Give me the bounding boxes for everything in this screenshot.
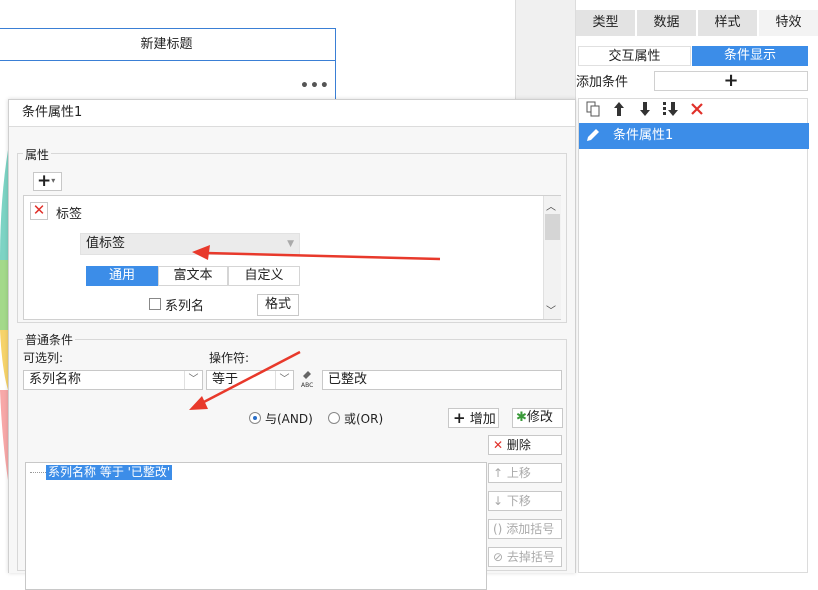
- copy-icon[interactable]: [583, 101, 603, 121]
- column-select[interactable]: 系列名称 ﹀: [23, 370, 203, 390]
- add-bracket-button[interactable]: () 添加括号: [488, 519, 562, 539]
- svg-text:ABC: ABC: [301, 382, 313, 389]
- tab-style[interactable]: 样式: [698, 10, 758, 36]
- move-up-button[interactable]: ↑ 上移: [488, 463, 562, 483]
- tab-conditional-display[interactable]: 条件显示: [692, 46, 808, 66]
- add-condition-button[interactable]: + 增加: [448, 408, 499, 428]
- label-attribute-area: ✕ 标签 值标签 ▼ 通用 富文本 自定义 系列名 格式 ︿ ﹀: [23, 195, 561, 320]
- delete-icon[interactable]: [687, 101, 707, 121]
- delete-icon: ✕: [493, 438, 504, 452]
- tab-data[interactable]: 数据: [637, 10, 697, 36]
- condition-list-panel: 条件属性1: [578, 98, 809, 573]
- chart-edge-decoration: [0, 150, 8, 480]
- tab-effects[interactable]: 特效: [759, 10, 818, 36]
- modify-condition-button[interactable]: ✱修改: [512, 408, 563, 428]
- chevron-down-icon: ▾: [51, 176, 56, 185]
- add-attribute-button[interactable]: +▾: [33, 172, 62, 191]
- move-down-label: 下移: [506, 494, 531, 508]
- or-radio[interactable]: [328, 412, 340, 424]
- value-type-icon[interactable]: ABC: [300, 368, 320, 390]
- normal-condition-title: 普通条件: [23, 331, 76, 348]
- chevron-down-icon: ﹀: [275, 371, 293, 389]
- gear-icon: ✱: [516, 410, 527, 425]
- widget-frame: [0, 61, 336, 101]
- remove-label-icon[interactable]: ✕: [30, 202, 48, 220]
- dialog-body: 属性 +▾ ✕ 标签 值标签 ▼ 通用 富文本 自定义 系列名 格式 ︿ ﹀ 普…: [9, 127, 575, 590]
- value-label-select[interactable]: 值标签 ▼: [80, 233, 300, 255]
- format-button[interactable]: 格式: [257, 294, 299, 316]
- scroll-up-icon[interactable]: ︿: [546, 198, 556, 213]
- plus-icon: +: [453, 409, 466, 427]
- tree-connector: [30, 472, 46, 473]
- add-condition-button[interactable]: +: [654, 71, 808, 91]
- condition-expression-item[interactable]: 系列名称 等于 '已整改': [46, 465, 173, 480]
- dropdown-arrow-icon: ▼: [287, 239, 294, 249]
- bracket-icon: (): [493, 522, 503, 536]
- operator-select-value: 等于: [212, 372, 239, 387]
- add-condition-label: 添加条件: [576, 75, 629, 90]
- tab-rich-text[interactable]: 富文本: [158, 266, 228, 286]
- arrow-down-icon: ↓: [493, 494, 504, 508]
- move-bottom-icon[interactable]: [661, 101, 681, 121]
- delete-condition-button[interactable]: ✕ 删除: [488, 435, 562, 455]
- condition-expression-list[interactable]: 系列名称 等于 '已整改': [25, 462, 487, 590]
- and-label: 与(AND): [265, 412, 313, 426]
- tab-general[interactable]: 通用: [86, 266, 158, 286]
- label-attribute-name: 标签: [56, 207, 83, 222]
- condition-item[interactable]: 条件属性1: [579, 123, 809, 149]
- chart-title-box[interactable]: 新建标题: [0, 28, 336, 61]
- remove-bracket-icon: ⊘: [493, 550, 504, 564]
- value-label-text: 值标签: [86, 236, 126, 251]
- operator-label: 操作符:: [209, 351, 250, 365]
- move-up-label: 上移: [506, 466, 531, 480]
- tab-type[interactable]: 类型: [576, 10, 636, 36]
- remove-bracket-label: 去掉括号: [506, 550, 555, 564]
- arrow-up-icon: ↑: [493, 466, 504, 480]
- condition-item-label: 条件属性1: [613, 128, 674, 143]
- attributes-group-title: 属性: [23, 146, 52, 163]
- add-bracket-label: 添加括号: [506, 522, 555, 536]
- chevron-down-icon: ﹀: [184, 371, 202, 389]
- add-label: 增加: [469, 412, 496, 427]
- move-down-button[interactable]: ↓ 下移: [488, 491, 562, 511]
- tab-custom[interactable]: 自定义: [228, 266, 300, 286]
- condition-attribute-dialog: 条件属性1 属性 +▾ ✕ 标签 值标签 ▼ 通用 富文本 自定义 系列名 格式…: [8, 99, 576, 590]
- modify-label: 修改: [526, 410, 553, 425]
- series-name-label: 系列名: [165, 299, 205, 314]
- remove-bracket-button[interactable]: ⊘ 去掉括号: [488, 547, 562, 567]
- dialog-title: 条件属性1: [9, 100, 575, 127]
- arrow-up-icon[interactable]: [609, 101, 629, 121]
- or-label: 或(OR): [344, 412, 384, 426]
- scrollbar-thumb[interactable]: [545, 214, 560, 240]
- plus-icon: +: [37, 171, 52, 191]
- operator-select[interactable]: 等于 ﹀: [206, 370, 294, 390]
- condition-value-input[interactable]: 已整改: [322, 370, 562, 390]
- series-name-checkbox[interactable]: [149, 298, 161, 310]
- scroll-down-icon[interactable]: ﹀: [546, 302, 556, 317]
- arrow-down-icon[interactable]: [635, 101, 655, 121]
- tab-interaction-attrs[interactable]: 交互属性: [578, 46, 691, 66]
- delete-label: 删除: [506, 438, 531, 452]
- column-select-value: 系列名称: [29, 372, 82, 387]
- vertical-scrollbar[interactable]: ︿ ﹀: [543, 196, 561, 319]
- properties-panel: 类型 数据 样式 特效 交互属性 条件显示 添加条件 + 条件属性1: [575, 0, 818, 573]
- and-radio[interactable]: [249, 412, 261, 424]
- more-icon[interactable]: •••: [300, 78, 330, 94]
- edit-pencil-icon: [585, 127, 601, 153]
- optional-column-label: 可选列:: [23, 351, 64, 365]
